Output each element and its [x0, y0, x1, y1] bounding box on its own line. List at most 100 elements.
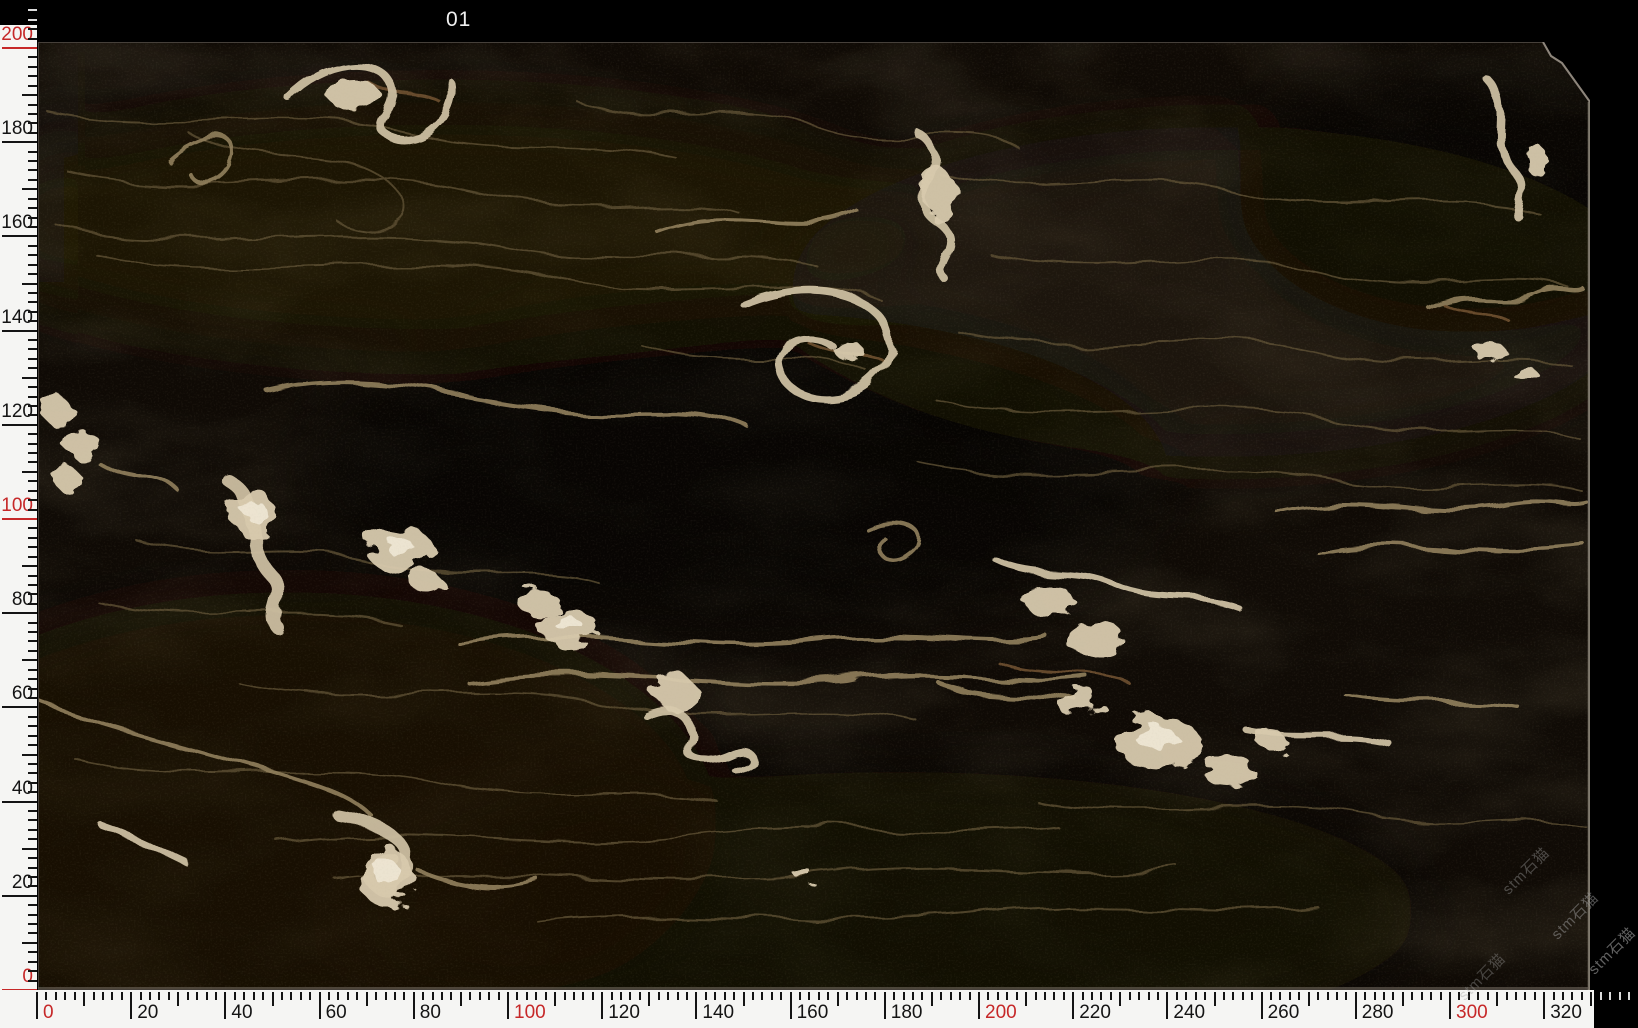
v-ruler-tick	[28, 490, 37, 492]
h-ruler-tick	[1327, 992, 1329, 1000]
h-ruler-tick	[168, 992, 170, 1000]
h-ruler-tick	[1619, 992, 1621, 1000]
h-ruler-tick	[102, 992, 104, 1000]
h-ruler-tick	[837, 992, 839, 1006]
h-ruler-tick	[1025, 992, 1027, 1006]
h-ruler-tick	[903, 992, 905, 1000]
h-ruler-label: 160	[797, 1003, 829, 1023]
v-ruler-tick	[28, 160, 37, 162]
v-ruler-tick	[28, 433, 37, 435]
v-ruler-tick	[28, 207, 37, 209]
h-ruler-tick	[1609, 992, 1611, 1000]
v-ruler-tick	[22, 848, 37, 850]
v-ruler-tick	[28, 320, 37, 322]
v-ruler-tick	[28, 725, 37, 727]
h-ruler-label: 260	[1268, 1003, 1300, 1023]
h-ruler-tick	[639, 992, 641, 1000]
h-ruler-tick	[1336, 992, 1338, 1000]
v-ruler-tick	[28, 56, 37, 58]
h-ruler-tick	[1053, 992, 1055, 1000]
v-ruler-tick	[22, 188, 37, 190]
h-ruler-tick	[978, 992, 980, 1019]
h-ruler-tick	[818, 992, 820, 1000]
h-ruler-tick	[1364, 992, 1366, 1000]
h-ruler-tick	[1600, 992, 1602, 1000]
h-ruler-tick	[149, 992, 151, 1000]
h-ruler-tick	[1119, 992, 1121, 1006]
h-ruler-tick	[74, 992, 76, 1000]
h-ruler-tick	[403, 992, 405, 1000]
h-ruler-tick	[1270, 992, 1272, 1000]
h-ruler-tick	[1138, 992, 1140, 1000]
h-ruler-tick	[394, 992, 396, 1000]
h-ruler-tick	[1421, 992, 1423, 1000]
v-ruler-tick	[28, 904, 37, 906]
h-ruler-tick	[93, 992, 95, 1000]
h-ruler-tick	[224, 992, 226, 1019]
h-ruler-tick	[1383, 992, 1385, 1000]
h-ruler-tick	[441, 992, 443, 1000]
h-ruler-tick	[1289, 992, 1291, 1000]
v-ruler-tick	[28, 791, 37, 793]
v-ruler-tick	[28, 810, 37, 812]
vertical-ruler-dark-cap	[0, 0, 37, 25]
h-ruler-tick	[337, 992, 339, 1000]
v-ruler-tick	[28, 688, 37, 690]
h-ruler-tick	[234, 992, 236, 1000]
h-ruler-tick	[884, 992, 886, 1019]
v-ruler-tick	[28, 867, 37, 869]
v-ruler-tick	[28, 556, 37, 558]
h-ruler-tick	[950, 992, 952, 1000]
h-ruler-label: 300	[1456, 1003, 1488, 1023]
v-ruler-tick	[28, 38, 37, 40]
v-ruler-tick	[22, 754, 37, 756]
h-ruler-tick	[328, 992, 330, 1000]
h-ruler-tick	[799, 992, 801, 1000]
h-ruler-tick	[469, 992, 471, 1000]
v-ruler-tick	[28, 509, 37, 511]
h-ruler-tick	[1166, 992, 1168, 1019]
v-ruler-tick	[2, 801, 37, 803]
h-ruler-tick	[573, 992, 575, 1000]
h-ruler-label: 0	[43, 1003, 54, 1023]
h-ruler-label: 60	[326, 1003, 347, 1023]
h-ruler-label: 20	[137, 1003, 158, 1023]
h-ruler-label: 220	[1079, 1003, 1111, 1023]
h-ruler-tick	[243, 992, 245, 1000]
v-ruler-tick	[28, 914, 37, 916]
h-ruler-tick	[347, 992, 349, 1000]
v-ruler-tick	[2, 895, 37, 897]
h-ruler-tick	[1214, 992, 1216, 1006]
v-ruler-tick	[2, 518, 37, 520]
v-ruler-tick	[28, 245, 37, 247]
v-ruler-tick	[28, 151, 37, 153]
v-ruler-tick	[28, 19, 37, 21]
h-ruler-tick	[1176, 992, 1178, 1000]
h-ruler-tick	[196, 992, 198, 1000]
h-ruler-tick	[1157, 992, 1159, 1000]
h-ruler-tick	[1044, 992, 1046, 1000]
h-ruler-tick	[1392, 992, 1394, 1000]
h-ruler-tick	[1496, 992, 1498, 1006]
h-ruler-tick	[55, 992, 57, 1000]
h-ruler-tick	[309, 992, 311, 1000]
v-ruler-tick	[28, 28, 37, 30]
h-ruler-tick	[1063, 992, 1065, 1000]
slab-scanner-view: { "title_bar": { "label": "01" }, "ruler…	[0, 0, 1638, 1028]
v-ruler-tick	[28, 923, 37, 925]
v-ruler-tick	[2, 141, 37, 143]
h-ruler-tick	[64, 992, 66, 1000]
v-ruler-tick	[28, 782, 37, 784]
h-ruler-tick	[705, 992, 707, 1000]
v-ruler-tick	[2, 330, 37, 332]
v-ruler-tick	[28, 537, 37, 539]
v-ruler-tick	[28, 499, 37, 501]
h-ruler-label: 180	[891, 1003, 923, 1023]
v-ruler-tick	[28, 744, 37, 746]
h-ruler-tick	[1543, 992, 1545, 1019]
v-ruler-tick	[28, 603, 37, 605]
h-ruler-tick	[629, 992, 631, 1000]
v-ruler-tick	[28, 593, 37, 595]
h-ruler-tick	[290, 992, 292, 1000]
h-ruler-tick	[940, 992, 942, 1000]
